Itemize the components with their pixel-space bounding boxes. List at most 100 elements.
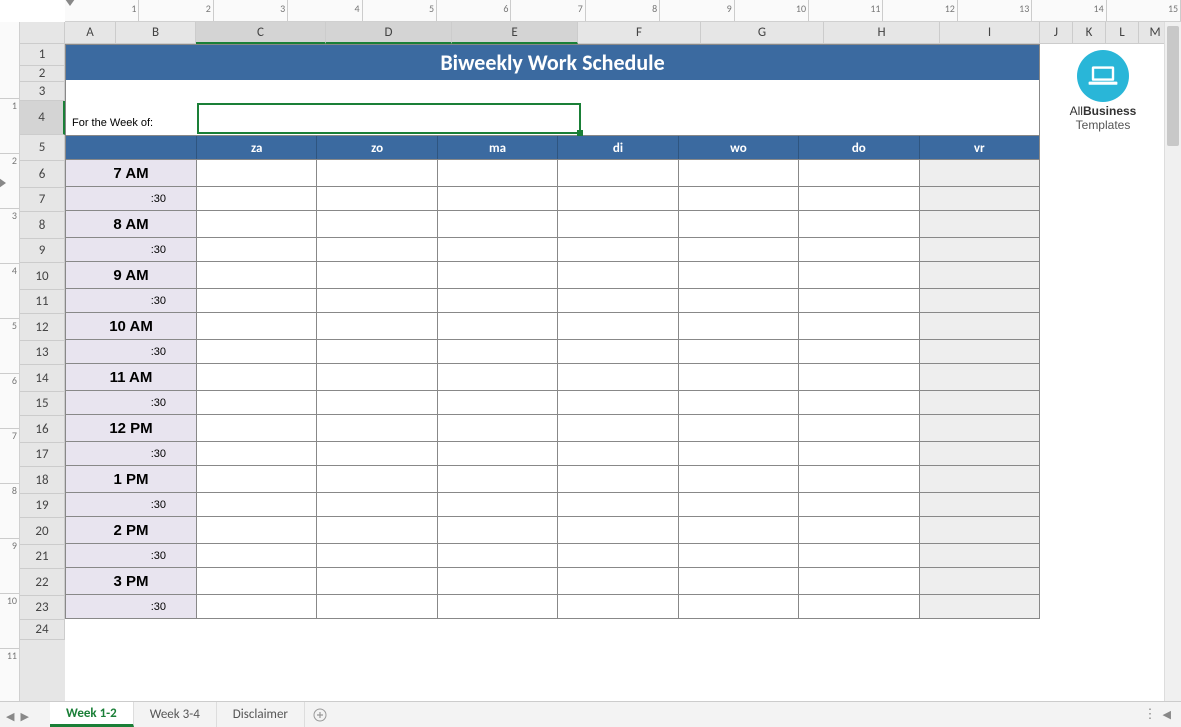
schedule-cell[interactable] [920, 364, 1039, 391]
schedule-cell[interactable] [799, 442, 919, 466]
tab-options-icon[interactable]: ⋮ [1144, 707, 1157, 722]
row-header[interactable]: 23 [20, 596, 65, 620]
schedule-cell[interactable] [438, 160, 558, 187]
column-header[interactable]: A [65, 22, 116, 44]
column-header[interactable]: E [452, 22, 578, 44]
schedule-cell[interactable] [197, 466, 317, 493]
row-header[interactable]: 3 [20, 82, 65, 101]
schedule-cell[interactable] [438, 262, 558, 289]
schedule-cell[interactable] [799, 544, 919, 568]
row-header[interactable]: 10 [20, 263, 65, 290]
schedule-cell[interactable] [317, 595, 437, 619]
schedule-cell[interactable] [679, 595, 799, 619]
schedule-cell[interactable] [317, 313, 437, 340]
row-header[interactable]: 4 [20, 101, 65, 135]
schedule-cell[interactable] [438, 595, 558, 619]
schedule-cell[interactable] [679, 466, 799, 493]
schedule-cell[interactable] [197, 187, 317, 211]
schedule-cell[interactable] [317, 262, 437, 289]
schedule-cell[interactable] [317, 442, 437, 466]
schedule-cell[interactable] [679, 313, 799, 340]
schedule-cell[interactable] [920, 568, 1039, 595]
row-header[interactable]: 19 [20, 494, 65, 518]
schedule-cell[interactable] [558, 364, 678, 391]
schedule-cell[interactable] [558, 238, 678, 262]
sheet-tab[interactable]: Week 1-2 [50, 702, 134, 727]
schedule-cell[interactable] [317, 568, 437, 595]
schedule-cell[interactable] [799, 568, 919, 595]
schedule-cell[interactable] [920, 160, 1039, 187]
schedule-cell[interactable] [317, 289, 437, 313]
schedule-cell[interactable] [438, 187, 558, 211]
schedule-cell[interactable] [438, 211, 558, 238]
row-header[interactable]: 8 [20, 212, 65, 239]
column-header[interactable]: H [824, 22, 940, 44]
schedule-cell[interactable] [317, 238, 437, 262]
schedule-grid[interactable]: 7 AM:308 AM:309 AM:3010 AM:3011 AM:3012 … [65, 160, 1040, 619]
schedule-cell[interactable] [197, 517, 317, 544]
schedule-cell[interactable] [799, 289, 919, 313]
schedule-cell[interactable] [920, 340, 1039, 364]
schedule-cell[interactable] [197, 415, 317, 442]
schedule-cell[interactable] [558, 415, 678, 442]
schedule-cell[interactable] [197, 391, 317, 415]
schedule-cell[interactable] [679, 391, 799, 415]
row-header[interactable]: 12 [20, 314, 65, 341]
schedule-cell[interactable] [920, 595, 1039, 619]
schedule-cell[interactable] [317, 466, 437, 493]
schedule-cell[interactable] [679, 160, 799, 187]
schedule-cell[interactable] [558, 517, 678, 544]
schedule-cell[interactable] [317, 517, 437, 544]
schedule-cell[interactable] [920, 544, 1039, 568]
schedule-cell[interactable] [197, 544, 317, 568]
schedule-cell[interactable] [920, 187, 1039, 211]
row-header[interactable]: 6 [20, 161, 65, 188]
schedule-cell[interactable] [920, 415, 1039, 442]
schedule-cell[interactable] [317, 544, 437, 568]
column-header[interactable]: D [326, 22, 452, 44]
row-header[interactable]: 15 [20, 392, 65, 416]
schedule-cell[interactable] [920, 289, 1039, 313]
schedule-cell[interactable] [197, 340, 317, 364]
schedule-cell[interactable] [438, 313, 558, 340]
schedule-cell[interactable] [558, 568, 678, 595]
schedule-cell[interactable] [920, 238, 1039, 262]
schedule-cell[interactable] [317, 415, 437, 442]
schedule-cell[interactable] [197, 238, 317, 262]
row-header[interactable]: 18 [20, 467, 65, 494]
schedule-cell[interactable] [799, 493, 919, 517]
column-header[interactable]: J [1040, 22, 1073, 44]
schedule-cell[interactable] [197, 289, 317, 313]
column-header[interactable]: K [1073, 22, 1106, 44]
column-header[interactable]: F [578, 22, 701, 44]
schedule-cell[interactable] [679, 289, 799, 313]
schedule-cell[interactable] [679, 415, 799, 442]
schedule-cell[interactable] [679, 211, 799, 238]
cell-selection[interactable] [198, 104, 580, 133]
schedule-cell[interactable] [920, 442, 1039, 466]
schedule-cell[interactable] [317, 391, 437, 415]
schedule-cell[interactable] [558, 391, 678, 415]
schedule-cell[interactable] [920, 211, 1039, 238]
row-header[interactable]: 20 [20, 518, 65, 545]
schedule-cell[interactable] [438, 544, 558, 568]
schedule-cell[interactable] [438, 517, 558, 544]
schedule-cell[interactable] [197, 313, 317, 340]
schedule-cell[interactable] [197, 262, 317, 289]
row-header[interactable]: 13 [20, 341, 65, 365]
schedule-cell[interactable] [438, 340, 558, 364]
schedule-cell[interactable] [920, 313, 1039, 340]
schedule-cell[interactable] [799, 391, 919, 415]
schedule-cell[interactable] [438, 568, 558, 595]
schedule-cell[interactable] [920, 493, 1039, 517]
schedule-cell[interactable] [317, 493, 437, 517]
column-header[interactable]: L [1106, 22, 1139, 44]
schedule-cell[interactable] [679, 493, 799, 517]
row-header[interactable]: 16 [20, 416, 65, 443]
column-header[interactable]: C [196, 22, 326, 44]
schedule-cell[interactable] [679, 568, 799, 595]
schedule-cell[interactable] [799, 238, 919, 262]
schedule-cell[interactable] [317, 187, 437, 211]
schedule-cell[interactable] [920, 391, 1039, 415]
column-header[interactable]: G [701, 22, 824, 44]
